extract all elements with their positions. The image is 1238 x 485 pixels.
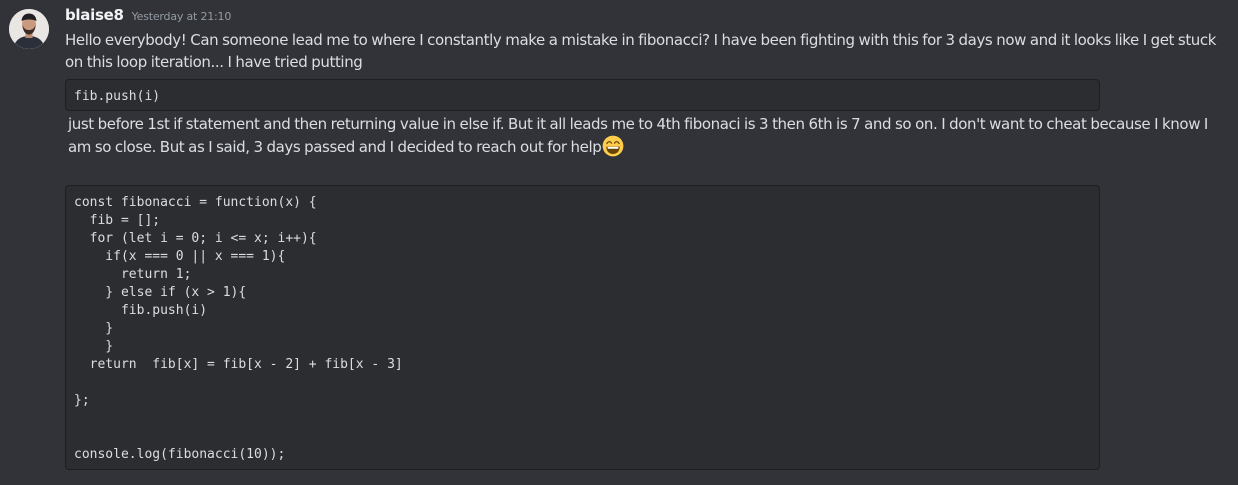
code-snippet: fib.push(i) [74, 89, 161, 104]
code-snippet-block: fib.push(i) [65, 79, 1100, 111]
chat-message: blaise8 Yesterday at 21:10 Hello everybo… [0, 0, 1238, 485]
avatar[interactable] [9, 9, 49, 49]
code-block-content: const fibonacci = function(x) { fib = []… [74, 195, 403, 462]
timestamp[interactable]: Yesterday at 21:10 [132, 10, 232, 23]
username[interactable]: blaise8 [65, 6, 124, 24]
message-text-intro: Hello everybody! Can someone lead me to … [65, 31, 1217, 71]
message-text-continued-body: just before 1st if statement and then re… [68, 115, 1208, 156]
message-header: blaise8 Yesterday at 21:10 [65, 6, 231, 28]
message-text-continued: just before 1st if statement and then re… [68, 113, 1228, 158]
code-block: const fibonacci = function(x) { fib = []… [65, 185, 1100, 470]
user-avatar-icon [9, 9, 49, 49]
grinning-face-emoji-icon[interactable] [602, 135, 624, 157]
